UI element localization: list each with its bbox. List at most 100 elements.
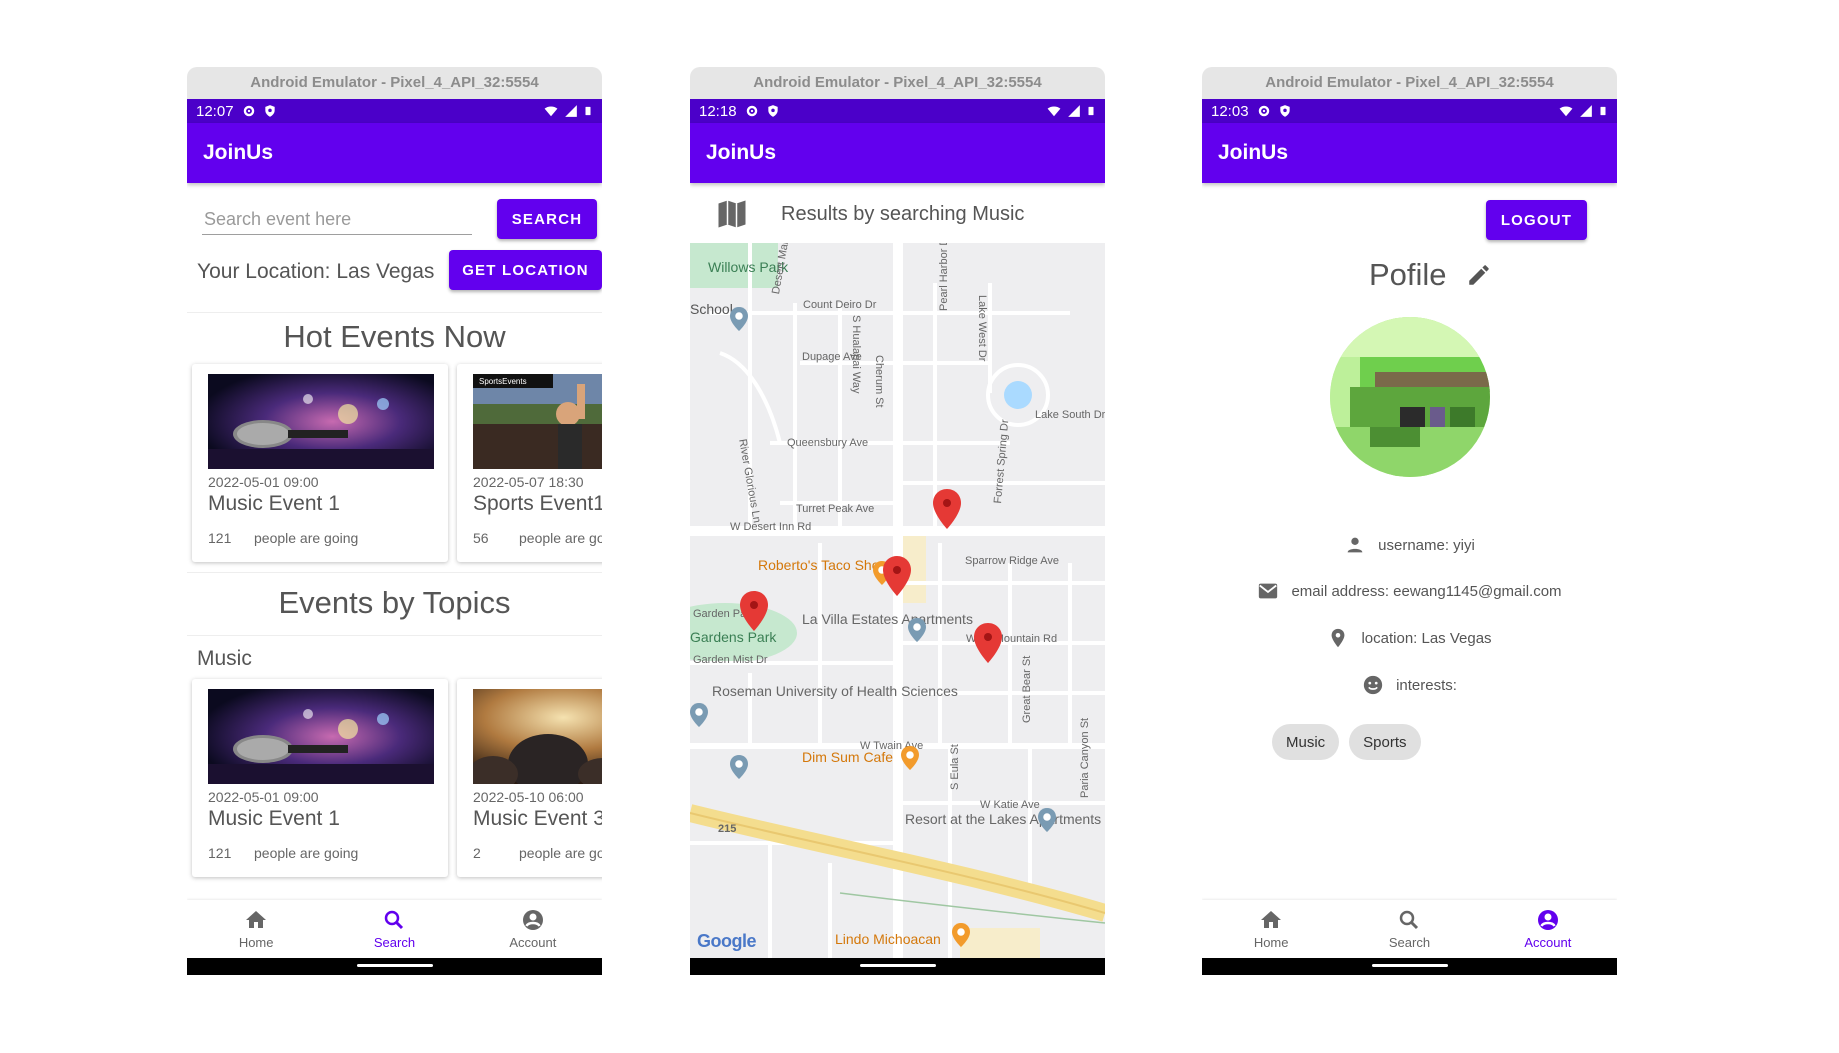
map-icon [718,200,746,228]
account-icon [522,910,543,930]
restaurant-poi-icon[interactable] [952,923,970,947]
map-label-poi: Resort at the Lakes Apartments [905,811,1102,827]
event-card[interactable]: 2022-05-01 09:00 Music Event 1 121 peopl… [192,364,448,562]
gesture-handle[interactable] [356,964,433,967]
event-date: 2022-05-07 18:30 [473,474,584,490]
divider [187,312,602,313]
map-label-street: Pearl Harbor Dr [938,243,950,311]
event-card[interactable]: 2022-05-10 06:00 Music Event 3 2 people … [457,679,602,877]
apartment-poi-icon[interactable] [908,618,926,642]
event-map-pin-icon[interactable] [740,591,768,631]
emulator-title: Android Emulator - Pixel_4_API_32:5554 [1202,67,1617,99]
search-icon [385,910,404,930]
event-count: 121 [208,845,232,861]
map-label-street: W Katie Ave [980,799,1040,811]
event-card[interactable]: 2022-05-01 09:00 Music Event 1 121 peopl… [192,679,448,877]
gesture-handle[interactable] [859,964,936,967]
event-name: Music Event 1 [208,492,340,515]
event-map-pin-icon[interactable] [883,556,911,596]
edit-pencil-icon[interactable] [1466,262,1492,288]
settings-icon [745,104,759,118]
wifi-icon [1047,106,1061,117]
battery-icon [1600,106,1606,116]
email-row: email address: eewang1145@gmail.com [1202,580,1617,602]
stadium-crowd-image: SportsEvents [473,374,602,469]
location-text: Your Location: Las Vegas [197,260,435,283]
logout-button[interactable]: LOGOUT [1486,200,1587,240]
signal-icon [1068,105,1080,117]
interests-row: interests: [1202,674,1617,696]
map-label-street: Paria Canyon St [1079,717,1091,798]
nav-home-label: Home [238,935,274,950]
map-label-street: W Desert Inn Rd [730,521,812,533]
app-title: JoinUs [187,123,602,183]
map-label-street: Cherum St [873,355,885,408]
home-icon [1261,911,1282,928]
interest-chips: Music Sports [1272,724,1421,760]
search-button[interactable]: SEARCH [497,199,597,239]
school-poi-icon[interactable] [730,307,748,331]
gesture-handle[interactable] [1371,964,1448,967]
apartment-poi-icon[interactable] [1038,808,1056,832]
nav-home-label: Home [1253,935,1289,950]
concert-crowd-image [473,689,602,784]
phone-map-screen: Android Emulator - Pixel_4_API_32:5554 1… [690,67,1105,975]
map-label-street: S Eula St [949,744,961,790]
event-name: Sports Event1 [473,492,602,515]
status-bar: 12:07 [187,99,602,123]
get-location-button[interactable]: GET LOCATION [449,250,602,290]
event-going-label: people are going [519,845,602,861]
event-card[interactable]: SportsEvents 2022-05-07 18:30 Sports Eve… [457,364,602,562]
emulator-title: Android Emulator - Pixel_4_API_32:5554 [187,67,602,99]
search-input[interactable] [202,205,472,235]
topics-title: Events by Topics [278,585,511,620]
bottom-navigation: Home Search Account [187,900,602,958]
results-text: Results by searching Music [781,203,1025,225]
poi-marker-icon[interactable] [730,755,748,779]
app-title: JoinUs [690,123,1105,183]
email-icon [1259,583,1278,599]
event-map-pin-icon[interactable] [933,489,961,529]
bottom-navigation: Home Search Account [1202,900,1617,958]
event-count: 56 [473,530,489,546]
divider [187,635,602,636]
email-text: email address: eewang1145@gmail.com [1291,582,1562,600]
status-bar: 12:18 [690,99,1105,123]
map-label-street: S Hualapai Way [850,315,862,394]
university-poi-icon[interactable] [690,703,708,727]
map-label-street: Queensbury Ave [787,437,869,449]
status-time: 12:18 [699,102,737,120]
event-count: 121 [208,530,232,546]
nav-search[interactable]: Search [325,900,463,958]
map-view[interactable]: Willows Park School Count Deiro Dr Dupag… [690,243,1105,958]
microphone-stage-image [208,374,434,469]
location-row: Your Location: Las Vegas GET LOCATION [197,250,602,294]
restaurant-poi-icon[interactable] [901,746,919,770]
event-map-pin-icon[interactable] [974,623,1002,663]
nav-home[interactable]: Home [1202,900,1340,958]
battery-icon [585,106,591,116]
interest-chip[interactable]: Sports [1349,724,1421,760]
event-going-label: people are going [519,530,602,546]
google-logo-text: Google [697,931,757,951]
interest-chip[interactable]: Music [1272,724,1340,760]
svg-text:SportsEvents: SportsEvents [479,377,527,386]
gesture-bar [690,958,1105,975]
nav-search[interactable]: Search [1340,900,1478,958]
map-label-street: Garden Pa [693,608,747,620]
map-label-poi: Roseman University of Health Sciences [712,683,958,699]
map-label-street: Great Bear St [1021,655,1033,723]
google-logo: Google [697,931,757,952]
map-label-street: Lake West Dr [976,295,988,362]
nav-home[interactable]: Home [187,900,325,958]
gesture-bar [187,958,602,975]
person-icon [1347,537,1363,553]
divider [187,572,602,573]
nav-account[interactable]: Account [1479,900,1617,958]
event-date: 2022-05-01 09:00 [208,789,319,805]
nav-account[interactable]: Account [464,900,602,958]
home-icon [246,911,267,928]
avatar [1330,317,1490,477]
map-label-poi: La Villa Estates Apartments [802,611,973,627]
battery-icon [1088,106,1094,116]
